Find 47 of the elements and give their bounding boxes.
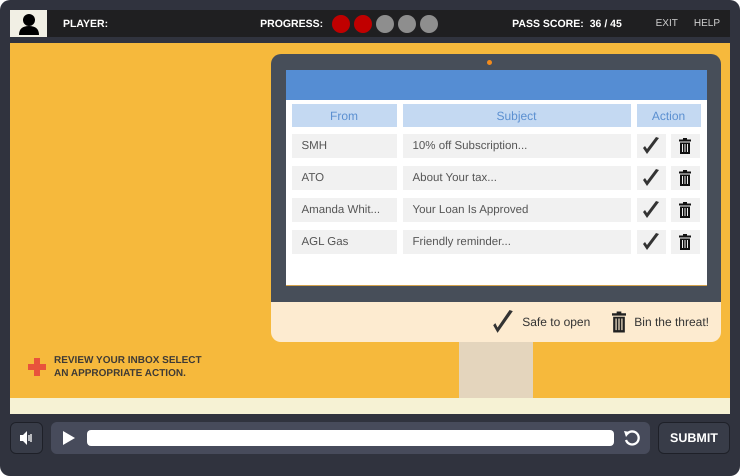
check-icon (641, 232, 661, 252)
bin-button[interactable] (670, 134, 700, 158)
trash-icon (679, 234, 691, 250)
pass-score-label: PASS SCORE: (512, 18, 584, 30)
person-icon (18, 12, 40, 34)
check-icon (641, 200, 661, 220)
nav-link[interactable]: HELP (694, 18, 720, 29)
table-cell: About Your tax... (402, 166, 630, 190)
safe-button[interactable] (636, 166, 666, 190)
table-cell: Friendly reminder... (402, 230, 630, 254)
submit-button[interactable]: SUBMIT (658, 422, 730, 454)
legend-text: Safe to open (522, 315, 590, 329)
player-label: PLAYER: (63, 18, 108, 30)
check-icon (492, 310, 514, 334)
pass-score: 36 / 45 (590, 18, 622, 30)
replay-button[interactable] (622, 429, 642, 447)
trash-icon (612, 311, 626, 333)
bin-button[interactable] (670, 198, 700, 222)
column-header: Action (636, 104, 700, 127)
instruction-text: REVIEW YOUR INBOX SELECT AN APPROPRIATE ACTION. (54, 354, 203, 380)
bin-button[interactable] (670, 230, 700, 254)
table-cell: AGL Gas (292, 230, 396, 254)
safe-button[interactable] (636, 134, 666, 158)
volume-button[interactable] (10, 422, 43, 454)
table-cell: Amanda Whit... (292, 198, 396, 222)
speaker-icon (20, 431, 34, 445)
check-icon (641, 136, 661, 156)
table-cell: 10% off Subscription... (402, 134, 630, 158)
table-cell: SMH (292, 134, 396, 158)
bin-button[interactable] (670, 166, 700, 190)
trash-icon (679, 202, 691, 218)
column-header: Subject (402, 104, 630, 127)
camera-dot (487, 60, 492, 65)
check-icon (641, 168, 661, 188)
plus-icon (28, 358, 46, 376)
trash-icon (679, 170, 691, 186)
nav-link[interactable]: EXIT (656, 18, 678, 29)
safe-button[interactable] (636, 198, 666, 222)
trash-icon (679, 138, 691, 154)
progress-label: PROGRESS: (260, 18, 324, 30)
table-cell: Your Loan Is Approved (402, 198, 630, 222)
column-header: From (292, 104, 396, 127)
play-icon (63, 431, 75, 445)
safe-button[interactable] (636, 230, 666, 254)
legend-text: Bin the threat! (634, 315, 709, 329)
replay-icon (623, 429, 641, 447)
table-cell: ATO (292, 166, 396, 190)
